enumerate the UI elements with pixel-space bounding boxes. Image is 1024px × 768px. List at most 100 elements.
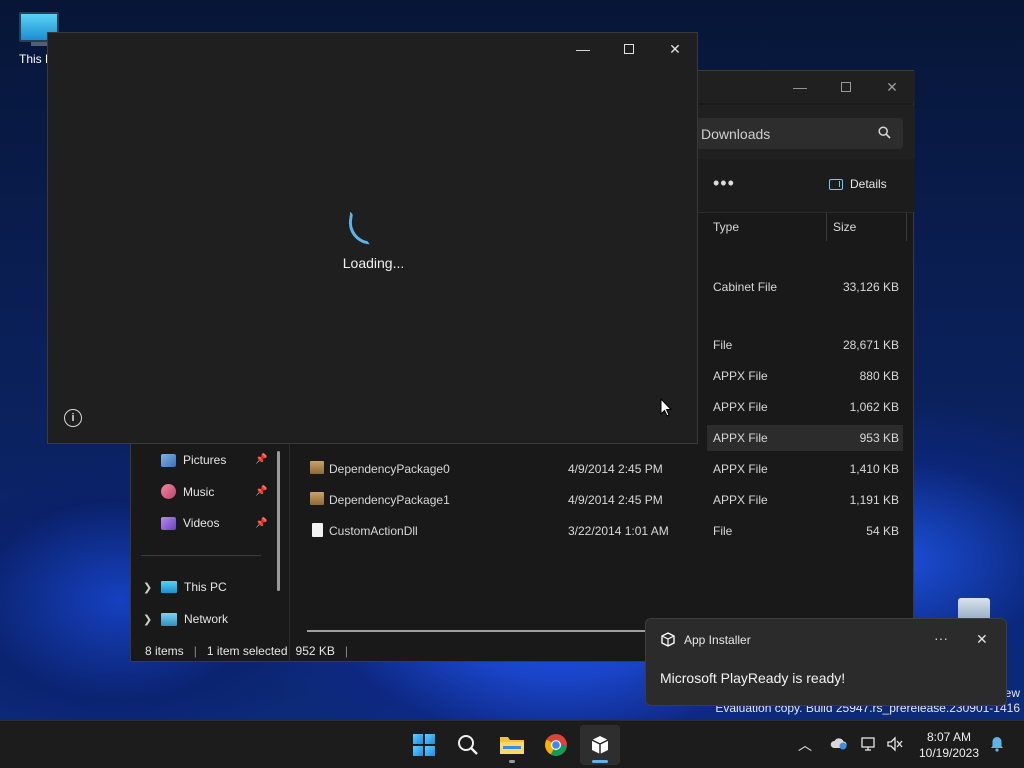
videos-icon bbox=[161, 516, 176, 530]
pane-divider[interactable] bbox=[289, 443, 290, 663]
info-icon[interactable]: i bbox=[64, 409, 82, 427]
nav-item-pictures[interactable]: Pictures bbox=[161, 453, 226, 467]
nav-item-network[interactable]: Network bbox=[161, 612, 228, 626]
row-size: 28,671 KB bbox=[842, 338, 899, 352]
this-pc-icon bbox=[161, 581, 177, 593]
row-size: 953 KB bbox=[859, 431, 899, 445]
app-installer-taskbar-button[interactable] bbox=[580, 725, 620, 765]
folder-icon bbox=[500, 737, 524, 754]
pin-icon: 📌 bbox=[255, 454, 268, 465]
toast-close-button[interactable]: ✕ bbox=[976, 631, 988, 648]
minimize-icon: — bbox=[576, 41, 590, 57]
clock-date: 10/19/2023 bbox=[918, 746, 980, 760]
file-size: 54 KB bbox=[866, 524, 899, 538]
nav-item-this-pc[interactable]: This PC bbox=[161, 580, 227, 594]
app-installer-window: — ✕ Loading... i bbox=[47, 32, 698, 444]
column-header-type[interactable]: Type bbox=[707, 213, 827, 241]
search-icon[interactable] bbox=[878, 126, 891, 142]
package-icon bbox=[310, 461, 324, 474]
maximize-icon bbox=[624, 44, 634, 54]
nav-label: Pictures bbox=[183, 453, 227, 467]
app-installer-icon bbox=[660, 632, 676, 651]
column-header-size[interactable]: Size bbox=[827, 213, 907, 241]
file-name: DependencyPackage1 bbox=[329, 493, 450, 507]
file-explorer-taskbar-button[interactable] bbox=[492, 725, 532, 765]
system-clock[interactable]: 8:07 AM 10/19/2023 bbox=[916, 729, 982, 761]
maximize-icon bbox=[841, 82, 851, 92]
row-type: APPX File bbox=[713, 400, 768, 414]
pin-icon: 📌 bbox=[255, 486, 268, 497]
mouse-cursor-icon bbox=[660, 397, 673, 420]
file-name: DependencyPackage0 bbox=[329, 462, 450, 476]
notification-bell-icon[interactable] bbox=[990, 736, 1004, 755]
network-monitor-icon[interactable] bbox=[860, 736, 878, 755]
nav-label: Network bbox=[184, 612, 229, 626]
row-size: 33,126 KB bbox=[842, 280, 899, 294]
package-icon bbox=[310, 492, 324, 505]
toast-notification[interactable]: App Installer ··· ✕ Microsoft PlayReady … bbox=[645, 618, 1007, 706]
explorer-close-button[interactable]: ✕ bbox=[869, 71, 915, 103]
search-button[interactable] bbox=[448, 725, 488, 765]
pin-icon: 📌 bbox=[255, 518, 268, 529]
nav-label: Videos bbox=[183, 516, 220, 530]
music-icon bbox=[161, 484, 176, 499]
app-installer-icon bbox=[591, 736, 609, 754]
status-item-count: 8 items bbox=[145, 644, 184, 658]
row-size: 1,062 KB bbox=[849, 400, 899, 414]
clock-time: 8:07 AM bbox=[926, 730, 972, 744]
close-icon: ✕ bbox=[886, 78, 898, 95]
windows-logo-icon bbox=[413, 734, 435, 756]
file-icon bbox=[312, 523, 323, 537]
close-icon: ✕ bbox=[976, 631, 988, 647]
nav-item-videos[interactable]: Videos bbox=[161, 516, 219, 530]
close-icon: ✕ bbox=[669, 40, 681, 57]
details-pane-button[interactable]: Details bbox=[829, 177, 887, 191]
pictures-icon bbox=[161, 453, 176, 467]
search-icon bbox=[458, 735, 478, 755]
chevron-up-icon[interactable]: ︿ bbox=[798, 735, 812, 755]
nav-item-music[interactable]: Music bbox=[161, 484, 214, 499]
row-type: APPX File bbox=[713, 431, 768, 445]
minimize-icon: — bbox=[793, 79, 807, 95]
file-date: 4/9/2014 2:45 PM bbox=[568, 493, 663, 507]
nav-label: Music bbox=[183, 484, 215, 499]
nav-scrollbar[interactable] bbox=[277, 451, 280, 591]
file-size: 1,191 KB bbox=[849, 493, 899, 507]
row-type: File bbox=[713, 338, 733, 352]
toast-message: Microsoft PlayReady is ready! bbox=[660, 670, 846, 686]
horizontal-scrollbar[interactable] bbox=[307, 630, 647, 632]
taskbar: ︿ 8:07 AM 10/19/2023 bbox=[0, 720, 1024, 768]
chrome-taskbar-button[interactable] bbox=[536, 725, 576, 765]
more-options-button[interactable]: ••• bbox=[713, 173, 735, 194]
row-type: Cabinet File bbox=[713, 280, 778, 294]
explorer-minimize-button[interactable]: — bbox=[777, 71, 823, 103]
chevron-right-icon[interactable]: ❯ bbox=[143, 581, 152, 594]
search-input[interactable]: Downloads bbox=[691, 118, 903, 149]
installer-minimize-button[interactable]: — bbox=[560, 33, 606, 65]
toast-app-name: App Installer bbox=[684, 633, 751, 647]
file-type: File bbox=[713, 524, 733, 538]
toast-more-button[interactable]: ··· bbox=[934, 630, 948, 646]
file-type: APPX File bbox=[713, 493, 768, 507]
file-date: 3/22/2014 1:01 AM bbox=[568, 524, 669, 538]
file-size: 1,410 KB bbox=[849, 462, 899, 476]
status-selected: 1 item selected bbox=[206, 644, 288, 658]
installer-maximize-button[interactable] bbox=[606, 33, 652, 65]
row-size: 880 KB bbox=[859, 369, 899, 383]
chevron-right-icon[interactable]: ❯ bbox=[143, 613, 152, 626]
volume-muted-icon[interactable] bbox=[886, 736, 904, 755]
onedrive-icon[interactable] bbox=[830, 736, 848, 753]
explorer-maximize-button[interactable] bbox=[823, 71, 869, 103]
start-button[interactable] bbox=[404, 725, 444, 765]
loading-spinner-icon bbox=[346, 211, 374, 245]
row-type: APPX File bbox=[713, 369, 768, 383]
file-name: CustomActionDll bbox=[329, 524, 418, 538]
nav-label: This PC bbox=[184, 580, 227, 594]
status-size: 952 KB bbox=[295, 644, 335, 658]
file-type: APPX File bbox=[713, 462, 768, 476]
chrome-icon bbox=[545, 734, 567, 756]
network-icon bbox=[161, 612, 177, 626]
nav-separator bbox=[141, 555, 261, 556]
loading-text: Loading... bbox=[342, 255, 405, 271]
installer-close-button[interactable]: ✕ bbox=[652, 33, 698, 65]
